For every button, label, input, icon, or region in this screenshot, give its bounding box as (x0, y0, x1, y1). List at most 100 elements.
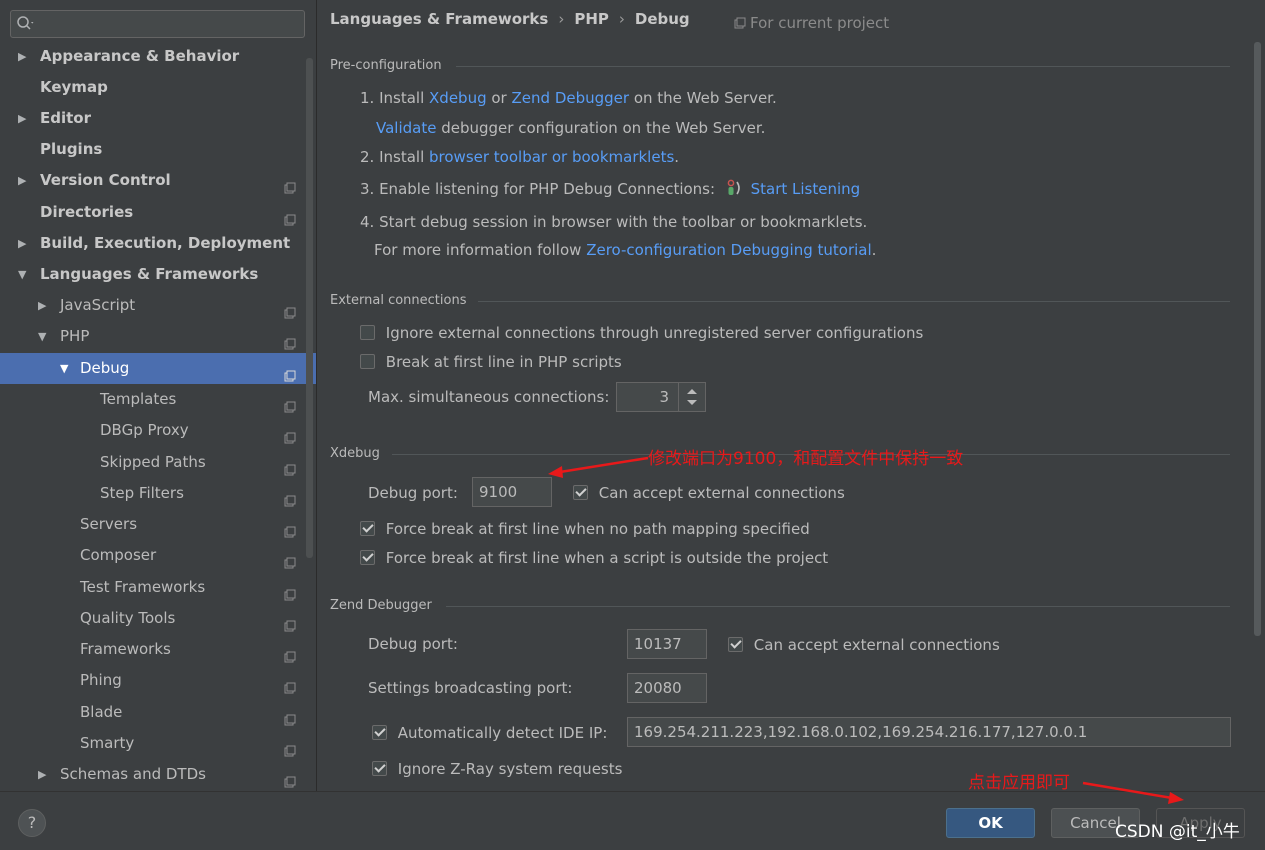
ignore-zray-checkbox[interactable] (372, 761, 387, 776)
xdebug-accept-checkbox[interactable] (573, 485, 588, 500)
preconfig-step3: 3. Enable listening for PHP Debug Connec… (360, 179, 860, 201)
sidebar-item-schemas[interactable]: ▶ Schemas and DTDs (0, 759, 316, 790)
sidebar-item-frameworks[interactable]: Frameworks (0, 634, 316, 665)
sidebar-item-composer[interactable]: Composer (0, 540, 316, 571)
sidebar-item-appearance[interactable]: ▶ Appearance & Behavior (0, 41, 316, 72)
sidebar-item-test-frameworks[interactable]: Test Frameworks (0, 572, 316, 603)
scope-text: For current project (750, 14, 890, 32)
force-break-outside-label: Force break at first line when a script … (385, 549, 829, 567)
ignore-external-checkbox[interactable] (360, 325, 375, 340)
sidebar-item-php[interactable]: ▼ PHP (0, 321, 316, 352)
sidebar-item-editor[interactable]: ▶ Editor (0, 103, 316, 134)
sidebar-item-label: Appearance & Behavior (40, 47, 240, 65)
sidebar-item-directories[interactable]: Directories (0, 197, 316, 228)
breadcrumb: Languages & Frameworks › PHP › Debug (330, 10, 690, 28)
port-annotation: 修改端口为9100，和配置文件中保持一致 (648, 449, 964, 469)
sidebar-item-quality-tools[interactable]: Quality Tools (0, 603, 316, 634)
sidebar-item-step-filters[interactable]: Step Filters (0, 478, 316, 509)
sidebar-item-keymap[interactable]: Keymap (0, 72, 316, 103)
break-first-line-option[interactable]: Break at first line in PHP scripts (360, 353, 622, 371)
step2-suffix: . (674, 148, 680, 166)
chevron-down-icon: ▼ (60, 362, 69, 375)
chevron-down-icon: ▼ (18, 268, 27, 281)
ignore-external-option[interactable]: Ignore external connections through unre… (360, 324, 923, 342)
max-connections-spinner[interactable]: 3 (616, 382, 706, 412)
xdebug-accept-label: Can accept external connections (598, 484, 845, 502)
sidebar-item-debug[interactable]: ▼ Debug (0, 353, 316, 384)
sidebar-item-label: Templates (100, 390, 177, 408)
zend-accept-option[interactable]: Can accept external connections (728, 636, 1000, 654)
step2-prefix: 2. Install (360, 148, 425, 166)
force-break-outside-option[interactable]: Force break at first line when a script … (360, 549, 828, 567)
search-input[interactable] (10, 10, 305, 38)
force-break-path-checkbox[interactable] (360, 521, 375, 536)
start-listening-link[interactable]: Start Listening (751, 180, 861, 198)
force-break-outside-checkbox[interactable] (360, 550, 375, 565)
breadcrumb-languages: Languages & Frameworks (330, 10, 549, 28)
chevron-right-icon: ▶ (18, 237, 27, 250)
sidebar-item-label: DBGp Proxy (100, 421, 189, 439)
step1-or: or (491, 89, 507, 107)
help-button[interactable]: ? (18, 809, 46, 837)
preconfig-section-title: Pre-configuration (330, 58, 442, 73)
sidebar-item-dbgp-proxy[interactable]: DBGp Proxy (0, 415, 316, 446)
sidebar-item-skipped-paths[interactable]: Skipped Paths (0, 447, 316, 478)
search-field[interactable] (37, 13, 301, 37)
apply-annotation: 点击应用即可 (968, 773, 1070, 793)
chevron-right-icon: ▶ (38, 768, 47, 781)
sidebar-item-phing[interactable]: Phing (0, 665, 316, 696)
validate-link[interactable]: Validate (376, 119, 436, 137)
sidebar-item-build[interactable]: ▶ Build, Execution, Deployment (0, 228, 316, 259)
sidebar-item-label: Frameworks (80, 640, 171, 658)
sidebar-item-javascript[interactable]: ▶ JavaScript (0, 290, 316, 321)
preconfig-more-info: For more information follow Zero-configu… (374, 241, 876, 259)
spinner-arrows-icon[interactable] (678, 383, 705, 411)
sidebar-item-blade[interactable]: Blade (0, 697, 316, 728)
zend-accept-checkbox[interactable] (728, 637, 743, 652)
xdebug-port-label: Debug port: (368, 484, 458, 502)
sidebar-item-label: Editor (40, 109, 91, 127)
settings-sidebar: ▶ Appearance & Behavior Keymap ▶ Editor … (0, 0, 317, 791)
xdebug-port-field[interactable]: 9100 (472, 477, 552, 507)
zend-debugger-link[interactable]: Zend Debugger (512, 89, 630, 107)
section-divider (456, 66, 1230, 67)
ignore-zray-option[interactable]: Ignore Z-Ray system requests (372, 760, 622, 778)
xdebug-accept-option[interactable]: Can accept external connections (573, 484, 845, 502)
sidebar-item-plugins[interactable]: Plugins (0, 134, 316, 165)
broadcast-port-field[interactable]: 20080 (627, 673, 707, 703)
browser-toolbar-link[interactable]: browser toolbar or bookmarklets (429, 148, 674, 166)
scope-label: For current project (734, 14, 889, 33)
sidebar-item-label: Debug (80, 359, 130, 377)
autodetect-ip-option[interactable]: Automatically detect IDE IP: (372, 724, 607, 742)
autodetect-ip-label: Automatically detect IDE IP: (397, 724, 608, 742)
chevron-right-icon: ▶ (18, 112, 27, 125)
zero-config-tutorial-link[interactable]: Zero-configuration Debugging tutorial (586, 241, 871, 259)
sidebar-item-templates[interactable]: Templates (0, 384, 316, 415)
preconfig-step1: 1. Install Xdebug or Zend Debugger on th… (360, 89, 777, 107)
sidebar-item-smarty[interactable]: Smarty (0, 728, 316, 759)
sidebar-scrollbar[interactable] (306, 58, 313, 558)
ignore-zray-label: Ignore Z-Ray system requests (397, 760, 623, 778)
breadcrumb-separator: › (618, 10, 625, 28)
breadcrumb-debug: Debug (634, 10, 690, 28)
zend-accept-label: Can accept external connections (753, 636, 1000, 654)
sidebar-item-languages[interactable]: ▼ Languages & Frameworks (0, 259, 316, 290)
break-first-line-checkbox[interactable] (360, 354, 375, 369)
ide-ip-field[interactable]: 169.254.211.223,192.168.0.102,169.254.21… (627, 717, 1231, 747)
autodetect-ip-checkbox[interactable] (372, 725, 387, 740)
main-scrollbar[interactable] (1254, 42, 1261, 636)
sidebar-item-servers[interactable]: Servers (0, 509, 316, 540)
sidebar-item-version-control[interactable]: ▶ Version Control (0, 165, 316, 196)
ok-button[interactable]: OK (946, 808, 1035, 838)
force-break-path-option[interactable]: Force break at first line when no path m… (360, 520, 810, 538)
xdebug-link[interactable]: Xdebug (429, 89, 487, 107)
chevron-right-icon: ▶ (38, 299, 47, 312)
chevron-down-icon: ▼ (38, 330, 47, 343)
break-first-line-label: Break at first line in PHP scripts (385, 353, 622, 371)
listen-debug-icon[interactable] (726, 179, 744, 201)
project-scope-icon (284, 768, 296, 791)
sidebar-item-label: Plugins (40, 140, 103, 158)
sidebar-item-label: PHP (60, 327, 90, 345)
zend-port-field[interactable]: 10137 (627, 629, 707, 659)
search-icon (16, 15, 36, 37)
